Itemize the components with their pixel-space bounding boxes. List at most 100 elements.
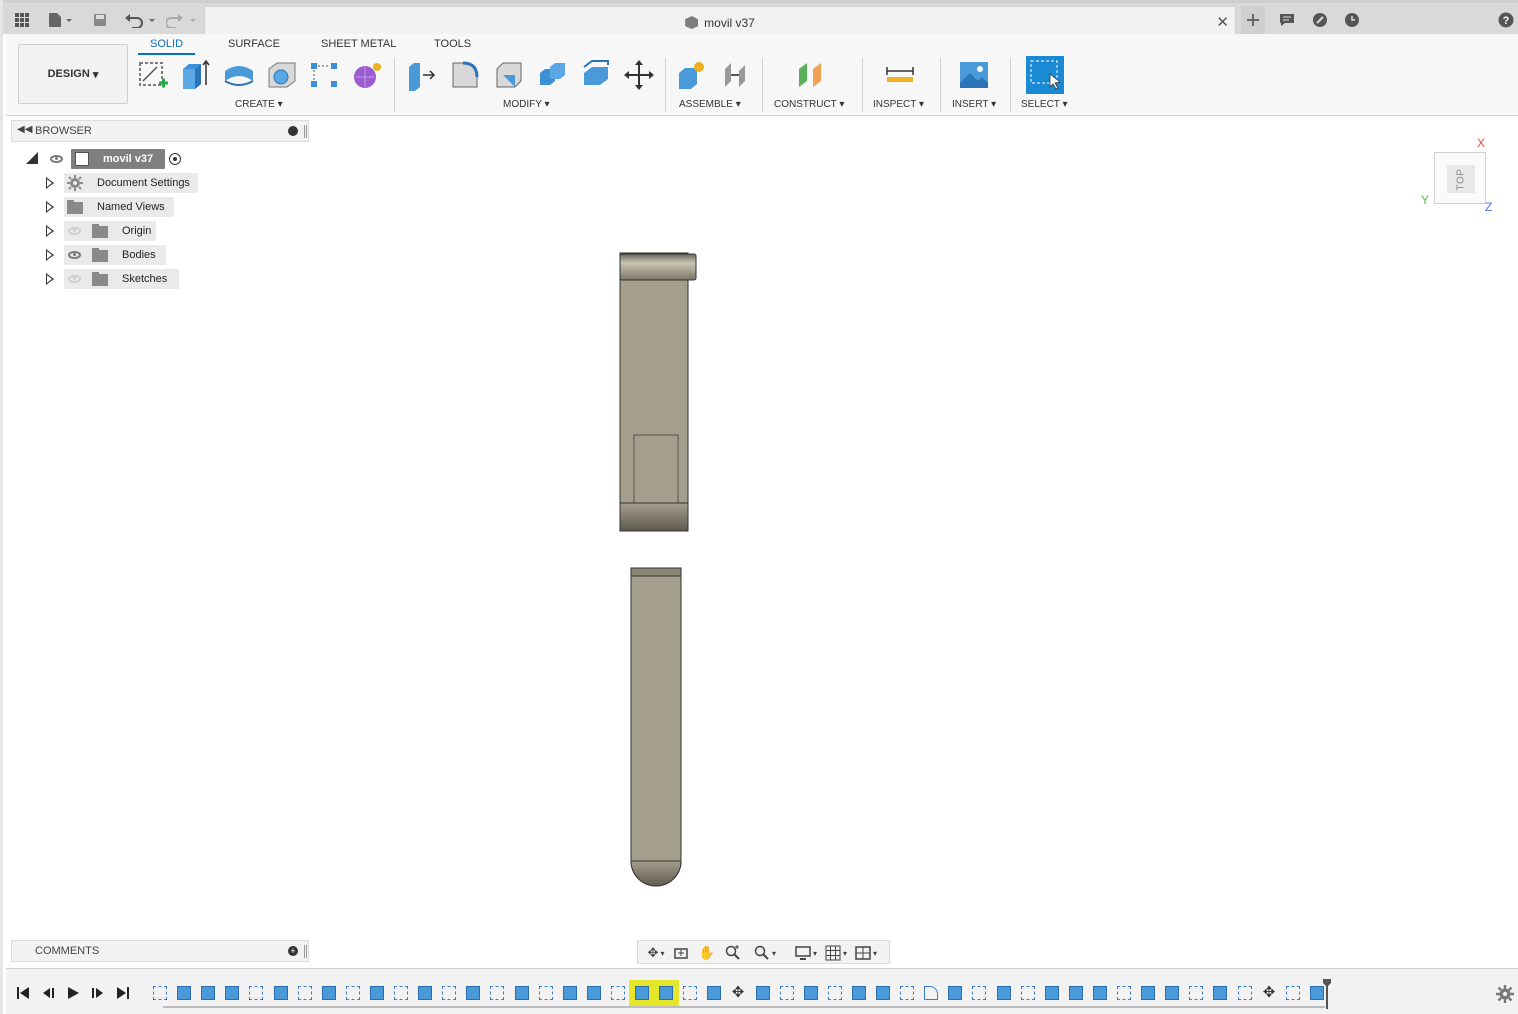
timeline-feature-icon[interactable]	[1093, 986, 1107, 1000]
step-back-icon[interactable]	[40, 985, 56, 1001]
timeline-feature-icon[interactable]	[1213, 986, 1227, 1000]
go-to-end-icon[interactable]	[115, 985, 131, 1001]
timeline-sketch-icon[interactable]	[1117, 986, 1131, 1000]
timeline-feature-icon[interactable]	[876, 986, 890, 1000]
timeline-move-icon[interactable]: ✥	[1262, 985, 1276, 1000]
tree-root-node[interactable]: movil v37	[71, 149, 165, 169]
orbit-icon[interactable]: ✥ ▾	[642, 945, 670, 961]
timeline-feature-icon[interactable]	[466, 986, 480, 1000]
clock-icon[interactable]	[1343, 9, 1361, 31]
timeline-sketch-icon[interactable]	[828, 986, 842, 1000]
create-menu[interactable]: CREATE ▾	[235, 99, 283, 110]
timeline-feature-icon-highlighted[interactable]	[653, 980, 679, 1006]
timeline-feature-icon[interactable]	[177, 986, 191, 1000]
browser-panel-header[interactable]: ◀◀ BROWSER	[11, 120, 309, 142]
tab-surface[interactable]: SURFACE	[228, 38, 280, 50]
timeline-feature-icon[interactable]	[1141, 986, 1155, 1000]
timeline-settings-gear-icon[interactable]	[1496, 985, 1514, 1008]
pattern-icon[interactable]	[307, 58, 341, 92]
timeline-feature-icon[interactable]	[201, 986, 215, 1000]
timeline-sketch-icon[interactable]	[611, 986, 625, 1000]
expand-arrow-icon[interactable]	[46, 225, 54, 237]
timeline-feature-icon[interactable]	[1310, 986, 1324, 1000]
fit-zoom-icon[interactable]: ▾	[750, 945, 780, 961]
tree-root-expand[interactable]	[26, 152, 38, 164]
expand-arrow-icon[interactable]	[46, 201, 54, 213]
insert-menu[interactable]: INSERT ▾	[952, 99, 996, 110]
timeline-feature-icon[interactable]	[225, 986, 239, 1000]
timeline-sketch-icon[interactable]	[1189, 986, 1203, 1000]
timeline-feature-icon[interactable]	[1045, 986, 1059, 1000]
expand-arrow-icon[interactable]	[46, 273, 54, 285]
eye-hidden-icon[interactable]	[68, 227, 81, 235]
timeline-feature-icon[interactable]	[418, 986, 432, 1000]
look-at-icon[interactable]	[672, 945, 690, 961]
activate-radio-icon[interactable]	[169, 153, 181, 165]
tree-item-bodies[interactable]: Bodies	[64, 245, 166, 265]
app-grid-icon[interactable]	[13, 9, 31, 31]
timeline-feature-icon[interactable]	[948, 986, 962, 1000]
collapse-icon[interactable]	[288, 126, 298, 136]
add-comment-icon[interactable]: +	[288, 946, 298, 956]
move-copy-icon[interactable]	[622, 58, 656, 92]
timeline-feature-icon[interactable]	[852, 986, 866, 1000]
create-form-icon[interactable]	[350, 58, 384, 92]
combine-icon[interactable]	[535, 58, 569, 92]
display-settings-icon[interactable]: ▾	[792, 945, 820, 961]
upper-body[interactable]	[619, 252, 697, 532]
file-menu-icon[interactable]	[45, 9, 75, 31]
panel-grip-icon[interactable]	[304, 945, 307, 958]
chamfer-icon[interactable]	[492, 58, 526, 92]
timeline-sketch-icon[interactable]	[780, 986, 794, 1000]
timeline-feature-icon[interactable]	[1165, 986, 1179, 1000]
timeline-sketch-icon[interactable]	[442, 986, 456, 1000]
construct-menu[interactable]: CONSTRUCT ▾	[774, 99, 844, 110]
timeline-feature-icon[interactable]	[587, 986, 601, 1000]
joint-icon[interactable]	[718, 58, 752, 92]
timeline-sketch-icon[interactable]	[249, 986, 263, 1000]
timeline-sketch-icon[interactable]	[153, 986, 167, 1000]
timeline-feature-icon[interactable]	[707, 986, 721, 1000]
job-status-icon[interactable]	[1311, 9, 1329, 31]
timeline-sketch-icon[interactable]	[346, 986, 360, 1000]
timeline-feature-icon[interactable]	[756, 986, 770, 1000]
viewports-icon[interactable]: ▾	[852, 945, 880, 961]
expand-arrow-icon[interactable]	[46, 177, 54, 189]
offset-plane-icon[interactable]	[794, 58, 828, 92]
timeline-feature-icon[interactable]	[1069, 986, 1083, 1000]
lower-body[interactable]	[630, 567, 682, 887]
timeline-sketch-icon[interactable]	[900, 986, 914, 1000]
timeline-move-icon[interactable]: ✥	[731, 985, 745, 1000]
timeline-sketch-icon[interactable]	[539, 986, 553, 1000]
tree-item-sketches[interactable]: Sketches	[64, 269, 179, 289]
eye-icon[interactable]	[68, 251, 81, 259]
assemble-menu[interactable]: ASSEMBLE ▾	[679, 99, 741, 110]
press-pull-icon[interactable]	[404, 58, 438, 92]
expand-arrow-icon[interactable]	[46, 249, 54, 261]
timeline-marker[interactable]	[1323, 979, 1331, 1009]
insert-image-icon[interactable]	[957, 58, 991, 92]
hole-icon[interactable]	[265, 58, 299, 92]
extrude-icon[interactable]	[178, 58, 212, 92]
tree-item-named-views[interactable]: Named Views	[64, 197, 174, 217]
panel-grip-icon[interactable]	[304, 125, 307, 138]
timeline-feature-icon[interactable]	[515, 986, 529, 1000]
viewcube[interactable]: TOP	[1434, 152, 1486, 204]
tab-tools[interactable]: TOOLS	[434, 38, 471, 50]
undo-icon[interactable]	[123, 9, 157, 31]
collapse-panel-icon[interactable]: ◀◀	[17, 124, 32, 135]
zoom-icon[interactable]	[724, 945, 742, 961]
timeline-feature-icon[interactable]	[322, 986, 336, 1000]
tree-item-document-settings[interactable]: Document Settings	[64, 173, 198, 193]
tab-solid[interactable]: SOLID	[137, 38, 196, 55]
inspect-menu[interactable]: INSPECT ▾	[873, 99, 924, 110]
select-menu[interactable]: SELECT ▾	[1021, 99, 1068, 110]
create-sketch-icon[interactable]	[136, 58, 170, 92]
revolve-icon[interactable]	[222, 58, 256, 92]
select-icon[interactable]	[1026, 56, 1064, 94]
modify-menu[interactable]: MODIFY ▾	[503, 99, 550, 110]
comments-panel-header[interactable]: COMMENTS +	[11, 940, 309, 962]
timeline-feature-icon[interactable]	[563, 986, 577, 1000]
timeline-sketch-icon[interactable]	[490, 986, 504, 1000]
tab-sheet-metal[interactable]: SHEET METAL	[321, 38, 396, 50]
